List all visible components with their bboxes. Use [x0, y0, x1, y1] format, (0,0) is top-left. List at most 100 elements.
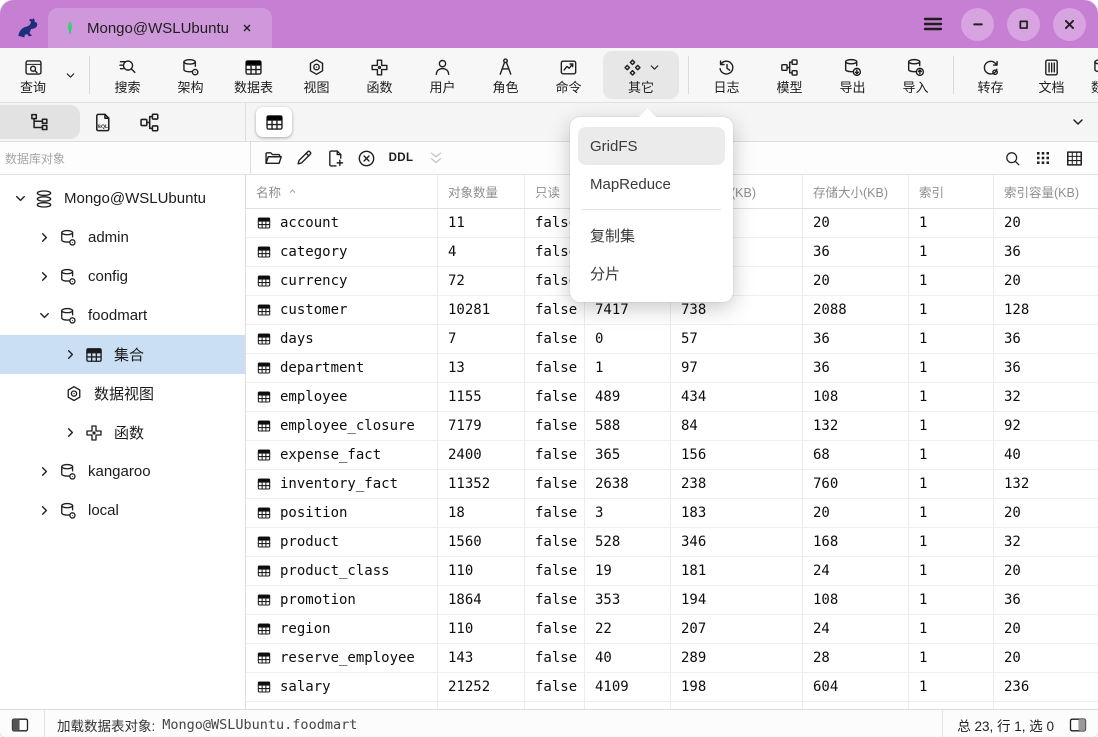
chevron-right-icon[interactable]	[34, 501, 54, 521]
chevron-right-icon[interactable]	[60, 345, 80, 365]
table-row[interactable]: reserve_employee 143 false 40 289 28 1 20	[246, 644, 1098, 673]
column-header[interactable]: 存储大小(KB)	[803, 175, 909, 208]
table-cell: false	[525, 586, 585, 614]
table-row[interactable]: salary 21252 false 4109 198 604 1 236	[246, 673, 1098, 702]
docs-icon	[1041, 57, 1062, 78]
table-cell: 97	[671, 354, 803, 382]
toolbar-roles-button[interactable]: 角色	[477, 51, 534, 99]
open-button[interactable]	[259, 145, 287, 171]
menu-item-sharding[interactable]: 分片	[578, 254, 725, 292]
collapse-panel-button[interactable]	[1070, 114, 1086, 130]
table-row[interactable]: days 7 false 0 57 36 1 36	[246, 325, 1098, 354]
table-row[interactable]: employee 1155 false 489 434 108 1 32	[246, 383, 1098, 412]
chevron-right-icon[interactable]	[34, 267, 54, 287]
table-row[interactable]: product_class 110 false 19 181 24 1 20	[246, 557, 1098, 586]
toolbar-query-button[interactable]: 查询	[9, 51, 57, 99]
toolbar-export-button[interactable]: 导出	[824, 51, 881, 99]
tree-item[interactable]: kangaroo	[0, 452, 245, 491]
table-row[interactable]: sales_fact269720false476751811033612656	[246, 702, 1098, 709]
toolbar-clipped-button[interactable]: 数	[1085, 51, 1098, 99]
menu-item-replicaset[interactable]: 复制集	[578, 216, 725, 254]
table-row[interactable]: position 18 false 3 183 20 1 20	[246, 499, 1098, 528]
table-cell: 18	[438, 499, 525, 527]
tree-item[interactable]: local	[0, 491, 245, 530]
grid-search-button[interactable]	[998, 145, 1026, 171]
toolbar-views-button[interactable]: 视图	[288, 51, 345, 99]
tab-model-view[interactable]	[126, 105, 172, 139]
menu-item-mapreduce[interactable]: MapReduce	[578, 165, 725, 203]
search-icon	[1003, 149, 1022, 168]
toolbar-search-button[interactable]: 搜索	[99, 51, 156, 99]
new-object-button[interactable]	[321, 145, 349, 171]
toolbar-docs-button[interactable]: 文档	[1024, 51, 1079, 99]
menu-item-gridfs[interactable]: GridFS	[578, 127, 725, 165]
column-header[interactable]: 对象数量	[438, 175, 525, 208]
toolbar-functions-button[interactable]: 函数	[351, 51, 408, 99]
table-row[interactable]: product 1560 false 528 346 168 1 32	[246, 528, 1098, 557]
statusbar: 加载数据表对象: Mongo@WSLUbuntu.foodmart 总 23, …	[0, 709, 1098, 737]
table-row[interactable]: region 110 false 22 207 24 1 20	[246, 615, 1098, 644]
chevron-right-icon[interactable]	[60, 423, 80, 443]
toolbar-users-button[interactable]: 用户	[414, 51, 471, 99]
connection-tab[interactable]: Mongo@WSLUbuntu	[48, 8, 272, 48]
query-dropdown-button[interactable]	[57, 51, 83, 99]
tab-close-icon[interactable]	[238, 19, 256, 37]
table-row[interactable]: promotion 1864 false 353 194 108 1 36	[246, 586, 1098, 615]
toolbar-tables-button[interactable]: 数据表	[225, 51, 282, 99]
chevron-down-icon[interactable]	[34, 306, 54, 326]
more-actions-button[interactable]	[422, 145, 450, 171]
chevron-right-icon[interactable]	[34, 228, 54, 248]
toolbar-logs-button[interactable]: 日志	[698, 51, 755, 99]
table-row[interactable]: department 13 false 1 97 36 1 36	[246, 354, 1098, 383]
toolbar-commands-button[interactable]: 命令	[540, 51, 597, 99]
tree-item[interactable]: foodmart	[0, 296, 245, 335]
tree-item-label: 数据视图	[94, 386, 155, 403]
minimize-button[interactable]	[961, 7, 994, 41]
tree-item[interactable]: Mongo@WSLUbuntu	[0, 179, 245, 218]
table-cell: 36	[803, 354, 909, 382]
tree-item[interactable]: config	[0, 257, 245, 296]
toolbar-models-button[interactable]: 模型	[761, 51, 818, 99]
table-cell: false	[525, 412, 585, 440]
tree-item[interactable]: 集合	[0, 335, 245, 374]
table-row[interactable]: expense_fact 2400 false 365 156 68 1 40	[246, 441, 1098, 470]
toolbar-others-button[interactable]: 其它	[603, 51, 679, 99]
chevron-down-icon[interactable]	[10, 189, 30, 209]
delete-button[interactable]	[352, 145, 380, 171]
grid-dots-icon	[1034, 149, 1052, 167]
ddl-button[interactable]: DDL	[383, 145, 419, 171]
tab-collections-grid[interactable]	[256, 107, 292, 137]
table-cell: 528	[585, 528, 671, 556]
table-row[interactable]: inventory_fact 11352 false 2638 238 760 1 132	[246, 470, 1098, 499]
table-cell: 207	[671, 615, 803, 643]
table-cell: 20	[803, 209, 909, 237]
column-header[interactable]: 索引容量(KB)	[994, 175, 1098, 208]
maximize-button[interactable]	[1007, 7, 1040, 41]
view-mode-icons-button[interactable]	[1029, 145, 1057, 171]
status-right: 总 23, 行 1, 选 0	[942, 710, 1088, 737]
tab-object-tree[interactable]	[0, 105, 80, 139]
edit-button[interactable]	[290, 145, 318, 171]
chevron-down-icon	[648, 61, 661, 74]
close-button[interactable]	[1053, 7, 1086, 41]
toolbar-import-button[interactable]: 导入	[887, 51, 944, 99]
chevron-right-icon[interactable]	[34, 462, 54, 482]
tab-sql-editor[interactable]	[80, 105, 126, 139]
collection-icon	[256, 360, 272, 376]
tree-item[interactable]: 函数	[0, 413, 245, 452]
toolbar-schema-button[interactable]: 架构	[162, 51, 219, 99]
tree-item[interactable]: 数据视图	[0, 374, 245, 413]
app-menu-button[interactable]	[918, 8, 948, 41]
table-cell: 604	[803, 673, 909, 701]
table-row[interactable]: employee_closure 7179 false 588 84 132 1 92	[246, 412, 1098, 441]
table-cell: false	[525, 673, 585, 701]
tree-item[interactable]: admin	[0, 218, 245, 257]
column-header[interactable]: 名称	[246, 175, 438, 208]
view-mode-table-button[interactable]	[1060, 145, 1088, 171]
collection-name-cell: position	[246, 499, 438, 527]
toggle-left-panel-button[interactable]	[10, 710, 45, 737]
toolbar-dump-button[interactable]: 转存	[963, 51, 1018, 99]
connection-tab-title: Mongo@WSLUbuntu	[87, 19, 229, 37]
column-header[interactable]: 索引	[909, 175, 994, 208]
toggle-right-panel-button[interactable]	[1068, 715, 1088, 735]
